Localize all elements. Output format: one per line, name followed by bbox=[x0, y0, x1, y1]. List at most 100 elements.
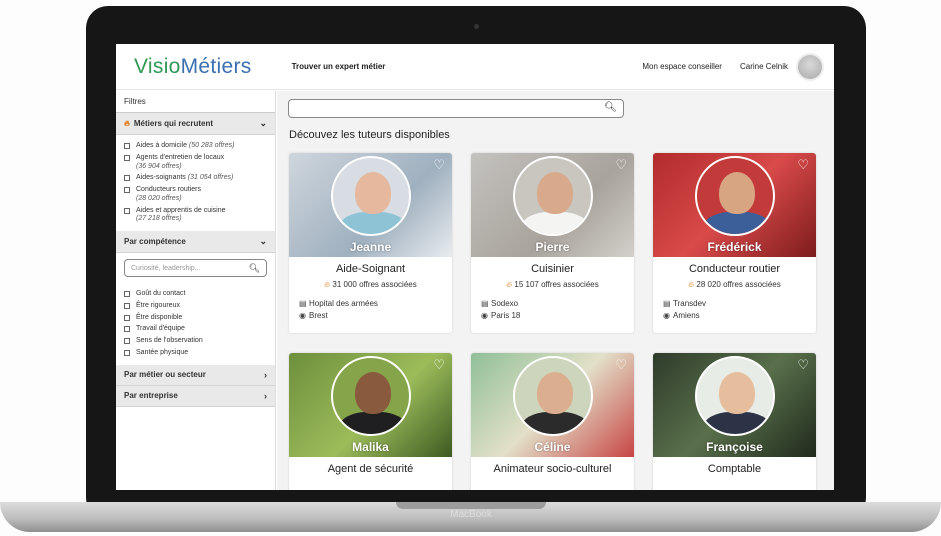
nav-find-expert[interactable]: Trouver un expert métier bbox=[292, 62, 386, 71]
section-metiers-recrutent[interactable]: 🔥︎ Métiers qui recrutent ⌄ bbox=[116, 113, 275, 135]
logo-part-visio: Visio bbox=[134, 54, 181, 78]
heart-icon[interactable]: ♡ bbox=[797, 357, 809, 373]
checkbox[interactable] bbox=[124, 187, 130, 193]
company-row: ▤ Sodexo bbox=[481, 298, 634, 310]
tutor-card[interactable]: ♡ Céline Animateur socio-culturel bbox=[471, 353, 634, 490]
chevron-right-icon: › bbox=[264, 369, 267, 380]
checkbox[interactable] bbox=[124, 143, 130, 149]
offers-text: 15 107 offres associées bbox=[514, 280, 599, 289]
job-title: Comptable bbox=[707, 463, 762, 475]
search-input[interactable]: 🔍︎ bbox=[288, 99, 624, 118]
company-text: Hopital des armées bbox=[309, 299, 378, 308]
checkbox-item[interactable]: Aides à domicile (50 283 offres) bbox=[124, 142, 267, 151]
tutor-card[interactable]: ♡ Pierre Cuisinier 🔥︎ 15 107 offres asso… bbox=[471, 153, 634, 333]
card-info: Aide-Soignant 🔥︎ 31 000 offres associées bbox=[289, 257, 452, 290]
building-icon: ▤ bbox=[663, 299, 671, 308]
job-title: Animateur socio-culturel bbox=[493, 463, 612, 475]
building-icon: ▤ bbox=[481, 299, 489, 308]
search-icon[interactable]: 🔍︎ bbox=[249, 263, 260, 274]
logo[interactable]: VisioMétiers bbox=[134, 55, 252, 79]
logo-part-metiers: Métiers bbox=[180, 54, 252, 78]
nav-espace-conseiller[interactable]: Mon espace conseiller bbox=[642, 62, 722, 71]
checkbox-item[interactable]: Agents d'entretien de locaux (36 904 offr… bbox=[124, 154, 267, 172]
checkbox-label: Travail d'équipe bbox=[136, 325, 185, 333]
card-info: Cuisinier 🔥︎ 15 107 offres associées bbox=[471, 257, 634, 290]
header-right: Mon espace conseiller Carine Celnik bbox=[642, 52, 834, 81]
avatar[interactable] bbox=[796, 52, 824, 81]
city-text: Paris 18 bbox=[491, 311, 521, 321]
section-label: Par métier ou secteur bbox=[124, 370, 206, 379]
offers-count: 🔥︎ 28 020 offres associées bbox=[653, 280, 816, 290]
section-par-competence[interactable]: Par compétence ⌄ bbox=[116, 231, 275, 253]
checkbox-item[interactable]: Aides et apprentis de cuisine (27 218 off… bbox=[124, 207, 267, 225]
portrait-face bbox=[537, 372, 573, 414]
checkbox-label: Aides à domicile (50 283 offres) bbox=[136, 142, 234, 151]
heart-icon[interactable]: ♡ bbox=[797, 157, 809, 173]
checkbox[interactable] bbox=[124, 175, 130, 182]
checkbox-sub: (50 283 offres) bbox=[188, 142, 235, 149]
checkbox-item[interactable]: Conducteurs routiers (28 020 offres) bbox=[124, 186, 267, 204]
city-text: Brest bbox=[309, 311, 328, 321]
checkbox[interactable] bbox=[124, 338, 130, 344]
checkbox-item[interactable]: Goût du contact bbox=[124, 290, 267, 299]
search-icon[interactable]: 🔍︎ bbox=[604, 102, 617, 113]
recrut-list: Aides à domicile (50 283 offres) Agents … bbox=[116, 135, 275, 231]
checkbox[interactable] bbox=[124, 207, 130, 214]
company-row: ▤ Hopital des armées bbox=[299, 298, 452, 310]
location-icon: ◉ bbox=[663, 311, 670, 321]
chevron-down-icon: ⌄ bbox=[259, 236, 267, 246]
checkbox-label-text: Agents d'entretien de locaux bbox=[136, 153, 225, 161]
offers-text: 31 000 offres associées bbox=[332, 280, 417, 289]
checkbox-item[interactable]: Sens de l'observation bbox=[124, 337, 267, 346]
section-par-entreprise[interactable]: Par entreprise › bbox=[116, 385, 275, 407]
avatar-ring bbox=[695, 356, 775, 436]
heart-icon[interactable]: ♡ bbox=[615, 157, 627, 173]
checkbox[interactable] bbox=[124, 154, 130, 161]
tutor-photo: ♡ Malika bbox=[289, 353, 452, 457]
checkbox-label-text: Conducteurs routiers bbox=[136, 186, 201, 193]
device-brand: MacBook bbox=[450, 509, 492, 520]
section-label: Par compétence bbox=[124, 237, 186, 246]
flame-icon: 🔥︎ bbox=[324, 280, 331, 289]
tutor-card[interactable]: ♡ Malika Agent de sécurité bbox=[289, 353, 452, 490]
tutor-card[interactable]: ♡ Françoise Comptable bbox=[653, 353, 816, 490]
checkbox[interactable] bbox=[124, 291, 130, 297]
checkbox-label-text: Aides à domicile bbox=[136, 142, 187, 149]
checkbox-item[interactable]: Aides-soignants (31 054 offres) bbox=[124, 174, 267, 183]
checkbox-item[interactable]: Être rigoureux bbox=[124, 302, 267, 311]
heart-icon[interactable]: ♡ bbox=[433, 157, 445, 173]
tutor-photo: ♡ Céline bbox=[471, 353, 634, 457]
avatar-ring bbox=[513, 356, 593, 436]
portrait-face bbox=[719, 372, 755, 414]
checkbox-label: Être disponible bbox=[136, 313, 183, 321]
location-icon: ◉ bbox=[299, 311, 306, 321]
checkbox-sub: (36 904 offres) bbox=[136, 162, 182, 170]
user-name[interactable]: Carine Celnik bbox=[740, 62, 788, 71]
tutor-card[interactable]: ♡ Jeanne Aide-Soignant 🔥︎ 31 000 offres … bbox=[289, 153, 452, 333]
card-meta: ▤ Hopital des armées ◉ Brest bbox=[289, 290, 452, 323]
tutor-name: Céline bbox=[534, 440, 571, 454]
checkbox-label: Aides-soignants (31 054 offres) bbox=[136, 174, 233, 183]
job-title: Conducteur routier bbox=[688, 263, 781, 275]
portrait-body bbox=[703, 412, 771, 434]
tutor-name: Frédérick bbox=[707, 240, 762, 254]
job-title: Aide-Soignant bbox=[335, 263, 406, 275]
checkbox[interactable] bbox=[124, 326, 130, 333]
checkbox[interactable] bbox=[124, 302, 130, 309]
tutor-card[interactable]: ♡ Frédérick Conducteur routier 🔥︎ 28 020… bbox=[653, 153, 816, 333]
heart-icon[interactable]: ♡ bbox=[433, 357, 445, 373]
checkbox-item[interactable]: Être disponible bbox=[124, 314, 267, 323]
heart-icon[interactable]: ♡ bbox=[615, 357, 627, 373]
chevron-right-icon: › bbox=[264, 390, 267, 401]
section-par-metier[interactable]: Par métier ou secteur › bbox=[116, 364, 275, 386]
company-row: ▤ Transdev bbox=[663, 298, 816, 310]
checkbox-label: Aides et apprentis de cuisine (27 218 off… bbox=[136, 207, 226, 225]
portrait-face bbox=[355, 172, 391, 214]
checkbox-label: Conducteurs routiers (28 020 offres) bbox=[136, 186, 201, 204]
laptop-mockup: MacBook VisioMétiers Trouver un expert m… bbox=[0, 0, 941, 536]
checkbox-item[interactable]: Santée physique bbox=[124, 349, 267, 358]
checkbox-item[interactable]: Travail d'équipe bbox=[124, 325, 267, 334]
checkbox[interactable] bbox=[124, 349, 130, 356]
checkbox[interactable] bbox=[124, 314, 130, 321]
competence-search-input[interactable]: Curiosité, leadership... 🔍︎ bbox=[124, 259, 267, 277]
